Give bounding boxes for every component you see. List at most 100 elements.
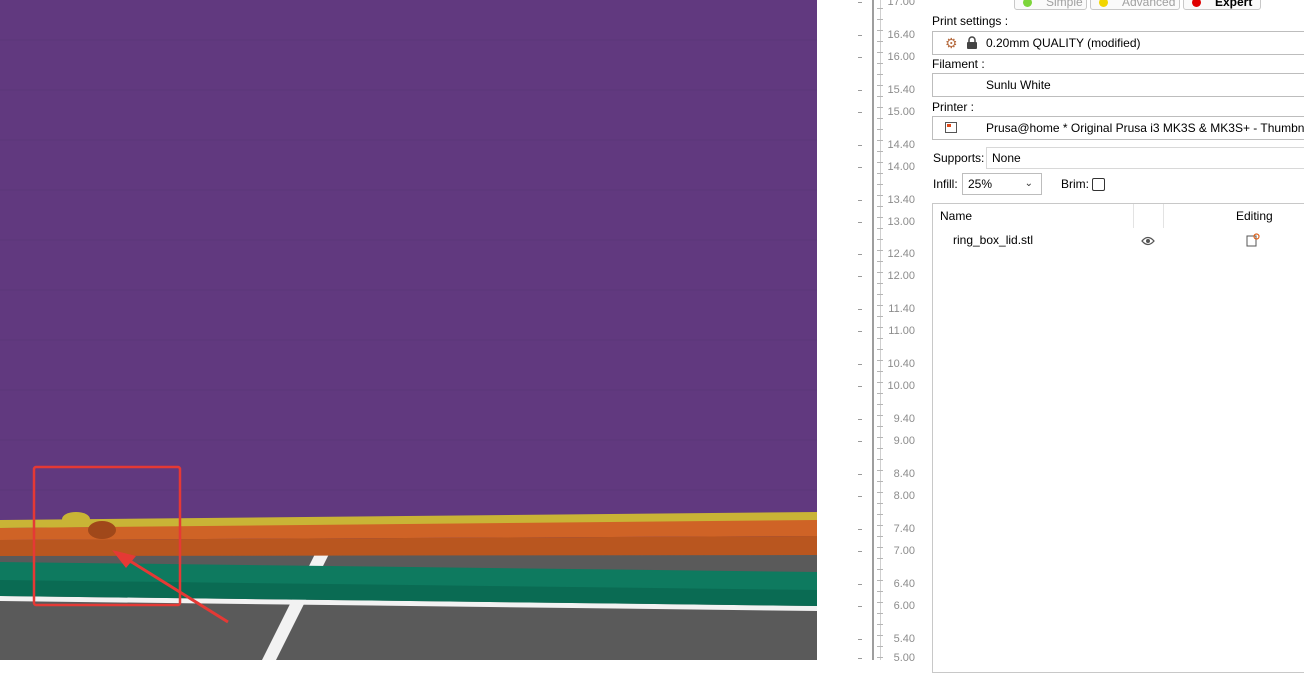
slider-tick-label: 7.40 bbox=[893, 523, 915, 535]
slider-minor-tick bbox=[877, 283, 883, 284]
mode-expert-button[interactable]: Expert bbox=[1183, 0, 1261, 10]
slider-tick-dash bbox=[858, 474, 862, 475]
slider-tick-dash bbox=[858, 419, 862, 420]
slider-tick-dash bbox=[858, 386, 862, 387]
model-wall bbox=[0, 0, 817, 520]
printer-combo[interactable]: Prusa@home * Original Prusa i3 MK3S & MK… bbox=[932, 116, 1304, 140]
slider-tick-label: 11.00 bbox=[888, 325, 915, 337]
slider-tick-dash bbox=[858, 639, 862, 640]
slider-tick-label: 16.00 bbox=[887, 51, 915, 63]
slider-minor-tick bbox=[877, 470, 883, 471]
slider-tick-dash bbox=[858, 331, 862, 332]
slider-minor-tick bbox=[877, 228, 883, 229]
slider-tick-label: 17.00 bbox=[887, 0, 915, 8]
slider-minor-tick bbox=[877, 30, 883, 31]
slider-tick-label: 15.00 bbox=[887, 106, 915, 118]
slider-tick-label: 16.40 bbox=[887, 29, 915, 41]
slider-tick-dash bbox=[858, 551, 862, 552]
slider-minor-tick bbox=[877, 316, 883, 317]
slider-minor-tick bbox=[877, 481, 883, 482]
status-dot-icon bbox=[1023, 0, 1032, 7]
gear-icon: ⚙ bbox=[945, 35, 958, 51]
3d-viewport[interactable] bbox=[0, 0, 817, 660]
column-header-editing[interactable]: Editing bbox=[1236, 209, 1273, 223]
object-list: Name Editing ring_box_lid.stl bbox=[932, 203, 1304, 673]
slider-minor-tick bbox=[877, 96, 883, 97]
slider-minor-tick bbox=[877, 591, 883, 592]
slider-minor-tick bbox=[877, 437, 883, 438]
slider-minor-tick bbox=[877, 129, 883, 130]
slider-minor-tick bbox=[877, 250, 883, 251]
slider-minor-tick bbox=[877, 140, 883, 141]
printer-label: Printer : bbox=[932, 100, 975, 114]
slider-minor-tick bbox=[877, 657, 883, 658]
slider-minor-tick bbox=[877, 503, 883, 504]
slider-minor-tick bbox=[877, 635, 883, 636]
slider-minor-tick bbox=[877, 393, 883, 394]
slider-minor-tick bbox=[877, 426, 883, 427]
sidebar-panel: Simple Advanced Expert Print settings : … bbox=[927, 0, 1304, 673]
brim-label: Brim: bbox=[1061, 177, 1089, 191]
mode-advanced-button[interactable]: Advanced bbox=[1090, 0, 1180, 10]
slider-minor-tick bbox=[877, 162, 883, 163]
eye-icon[interactable] bbox=[1141, 235, 1155, 249]
edit-settings-icon[interactable] bbox=[1246, 233, 1260, 250]
slider-tick-dash bbox=[858, 112, 862, 113]
slider-tick-dash bbox=[858, 57, 862, 58]
slider-minor-tick bbox=[877, 294, 883, 295]
slider-minor-tick bbox=[877, 261, 883, 262]
slider-minor-tick bbox=[877, 206, 883, 207]
slider-minor-tick bbox=[877, 19, 883, 20]
mode-simple-button[interactable]: Simple bbox=[1014, 0, 1087, 10]
object-name: ring_box_lid.stl bbox=[953, 233, 1034, 247]
seam-blob-yellow bbox=[62, 512, 90, 526]
slider-minor-tick bbox=[877, 327, 883, 328]
viewport-scene bbox=[0, 0, 817, 660]
slider-minor-tick bbox=[877, 602, 883, 603]
slider-tick-label: 13.00 bbox=[887, 216, 915, 228]
slider-minor-tick bbox=[877, 382, 883, 383]
slider-minor-tick bbox=[877, 536, 883, 537]
supports-label: Supports: bbox=[933, 151, 985, 165]
slider-tick-dash bbox=[858, 145, 862, 146]
slider-minor-tick bbox=[877, 448, 883, 449]
slider-minor-tick bbox=[877, 173, 883, 174]
slider-tick-dash bbox=[858, 529, 862, 530]
infill-label: Infill: bbox=[933, 177, 958, 191]
slider-tick-label: 6.40 bbox=[893, 578, 915, 590]
slider-minor-tick bbox=[877, 8, 883, 9]
slider-minor-tick bbox=[877, 272, 883, 273]
slider-tick-label: 8.00 bbox=[893, 490, 915, 502]
slider-tick-dash bbox=[858, 658, 862, 659]
slider-tick-dash bbox=[858, 90, 862, 91]
slider-minor-tick bbox=[877, 646, 883, 647]
slider-tick-label: 5.40 bbox=[893, 633, 915, 645]
slider-tick-label: 10.00 bbox=[887, 380, 915, 392]
slider-minor-tick bbox=[877, 118, 883, 119]
infill-select[interactable]: 25% ⌄ bbox=[962, 173, 1042, 195]
slider-minor-tick bbox=[877, 184, 883, 185]
brim-checkbox[interactable] bbox=[1092, 178, 1105, 191]
slider-minor-tick bbox=[877, 415, 883, 416]
slider-minor-tick bbox=[877, 492, 883, 493]
print-settings-combo[interactable]: ⚙ 0.20mm QUALITY (modified) bbox=[932, 31, 1304, 55]
slider-tick-label: 6.00 bbox=[893, 600, 915, 612]
slider-tick-label: 12.00 bbox=[887, 270, 915, 282]
slider-minor-tick bbox=[877, 305, 883, 306]
slider-minor-tick bbox=[877, 239, 883, 240]
slider-tick-dash bbox=[858, 200, 862, 201]
filament-combo[interactable]: Sunlu White bbox=[932, 73, 1304, 97]
slider-tick-dash bbox=[858, 2, 862, 3]
column-header-name[interactable]: Name bbox=[940, 209, 972, 223]
slider-tick-dash bbox=[858, 606, 862, 607]
table-row[interactable]: ring_box_lid.stl bbox=[933, 228, 1304, 250]
slider-minor-tick bbox=[877, 558, 883, 559]
slider-minor-tick bbox=[877, 151, 883, 152]
slider-tick-dash bbox=[858, 222, 862, 223]
slider-minor-tick bbox=[877, 195, 883, 196]
slider-tick-label: 13.40 bbox=[887, 194, 915, 206]
slider-tick-label: 11.40 bbox=[888, 303, 915, 315]
slider-minor-tick bbox=[877, 217, 883, 218]
slider-minor-tick bbox=[877, 349, 883, 350]
supports-select[interactable]: None bbox=[986, 147, 1304, 169]
